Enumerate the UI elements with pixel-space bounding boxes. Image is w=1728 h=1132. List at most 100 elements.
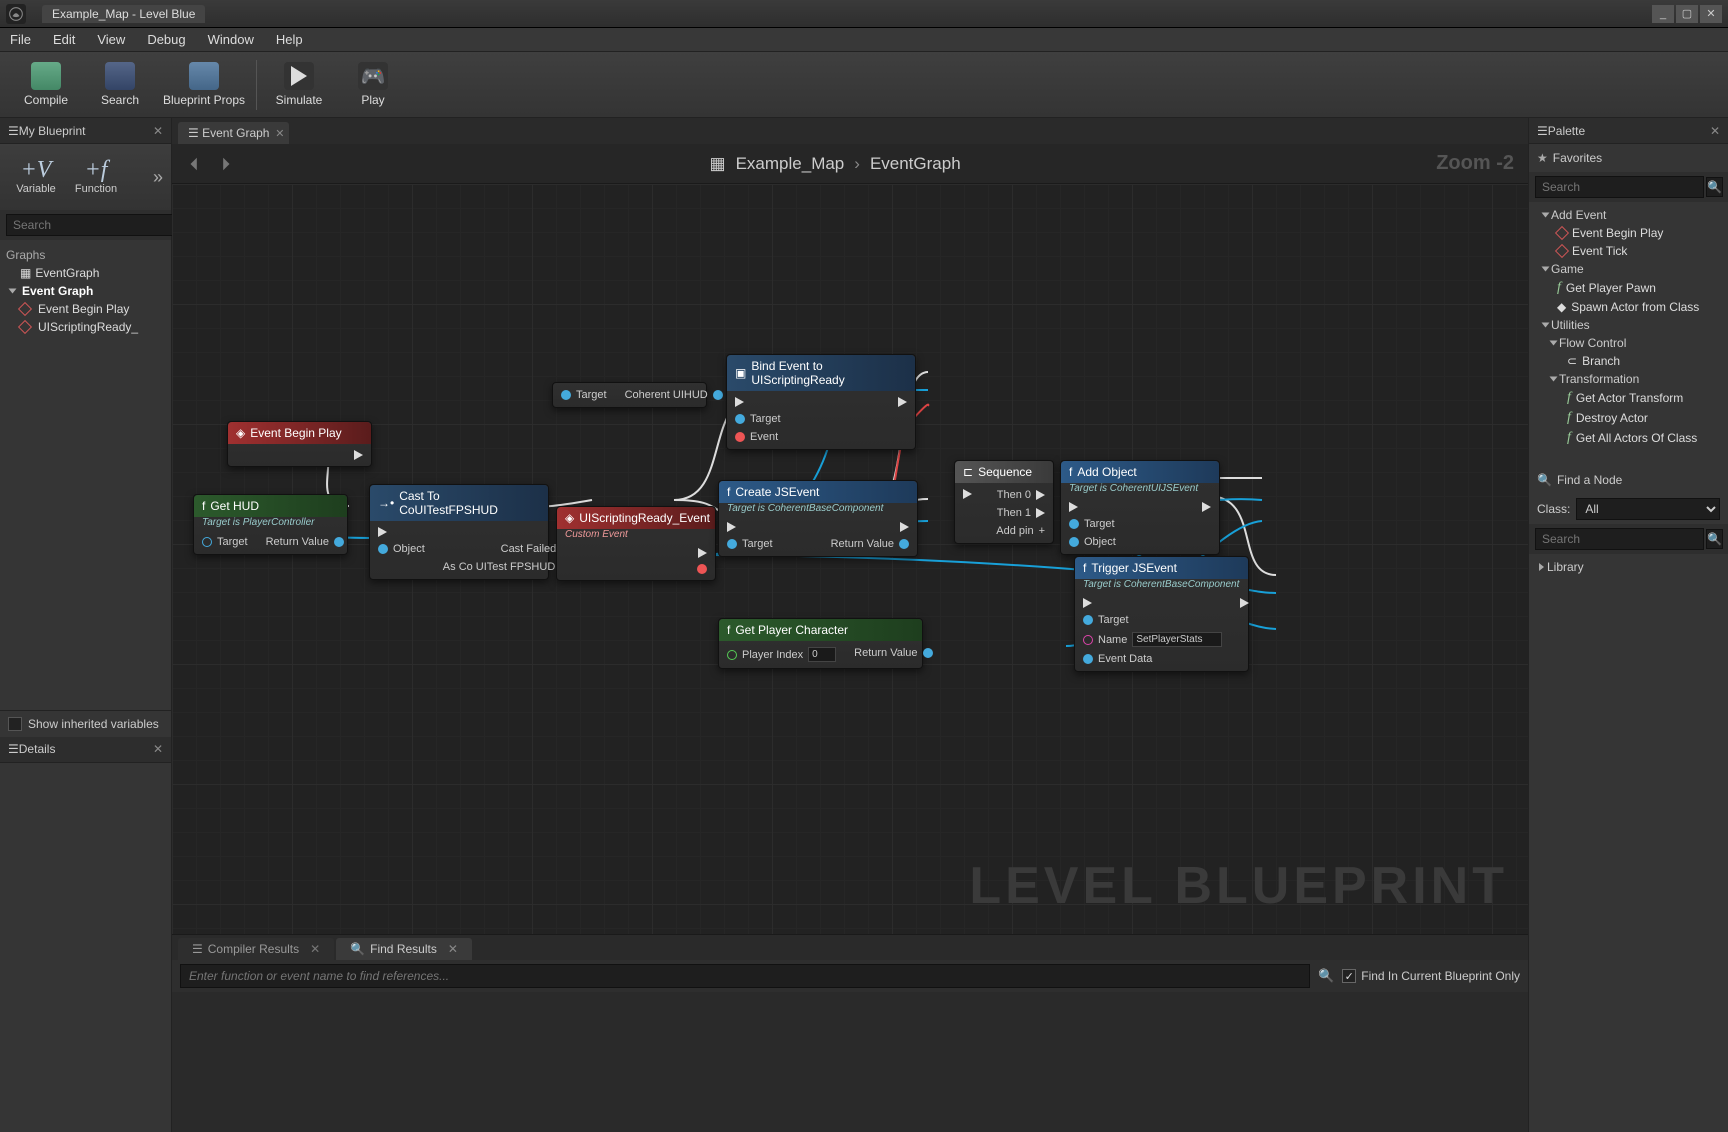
binoculars-icon	[105, 62, 135, 90]
menu-view[interactable]: View	[97, 32, 125, 47]
find-node-search-input[interactable]	[1535, 528, 1704, 550]
find-input[interactable]	[180, 964, 1310, 988]
title-bar: Example_Map - Level Blue _ ▢ ✕	[0, 0, 1728, 28]
cat-utilities[interactable]: Utilities	[1537, 316, 1720, 334]
my-blueprint-tab[interactable]: ☰ My Blueprint✕	[0, 118, 171, 144]
event-diamond-icon	[18, 320, 32, 334]
play-triangle-icon	[284, 62, 314, 90]
cat-game[interactable]: Game	[1537, 260, 1720, 278]
watermark-text: LEVEL BLUEPRINT	[969, 856, 1508, 916]
item-get-actor-transform[interactable]: fGet Actor Transform	[1537, 388, 1720, 408]
node-add-object[interactable]: fAdd Object Target is CoherentUIJSEvent …	[1060, 460, 1220, 555]
grid-icon: ▦	[710, 154, 726, 174]
close-icon[interactable]: ✕	[153, 124, 163, 138]
search-icon[interactable]: 🔍	[1706, 177, 1723, 197]
item-get-all-actors[interactable]: fGet All Actors Of Class	[1537, 428, 1720, 448]
chevron-right-icon: ›	[854, 154, 860, 174]
menu-edit[interactable]: Edit	[53, 32, 75, 47]
breadcrumb-bar: ▦ Example_Map › EventGraph Zoom -2	[172, 144, 1528, 184]
node-bind-event[interactable]: ▣Bind Event to UIScriptingReady Target E…	[726, 354, 916, 450]
item-branch[interactable]: ⊂Branch	[1537, 352, 1720, 370]
cat-transformation[interactable]: Transformation	[1537, 370, 1720, 388]
menu-window[interactable]: Window	[208, 32, 254, 47]
search-icon: 🔍	[1537, 473, 1552, 487]
item-spawn-actor[interactable]: ◆Spawn Actor from Class	[1537, 298, 1720, 316]
details-panel	[0, 763, 171, 1132]
details-tab[interactable]: ☰ Details✕	[0, 737, 171, 763]
menu-help[interactable]: Help	[276, 32, 303, 47]
close-icon[interactable]: ✕	[1710, 124, 1720, 138]
close-icon[interactable]: ✕	[448, 942, 458, 956]
node-uiscripting-ready-event[interactable]: ◈UIScriptingReady_Event Custom Event	[556, 506, 716, 581]
my-blueprint-toolbar: +VVariable +fFunction »	[0, 144, 171, 210]
tab-find-results[interactable]: 🔍 Find Results ✕	[336, 938, 472, 960]
checkbox-icon[interactable]	[8, 717, 22, 731]
node-sequence[interactable]: ⊏Sequence Then 0 Then 1 Add pin+	[954, 460, 1054, 544]
name-input[interactable]	[1132, 632, 1222, 647]
nav-back-icon[interactable]	[186, 155, 204, 173]
favorites-header[interactable]: ★Favorites	[1537, 148, 1720, 168]
bind-icon: ▣	[735, 366, 746, 380]
spawn-icon: ◆	[1557, 300, 1566, 314]
document-tab[interactable]: Example_Map - Level Blue	[42, 5, 205, 23]
tree-eventgraph[interactable]: ▦ EventGraph	[6, 264, 165, 282]
breadcrumb-map[interactable]: Example_Map	[736, 154, 845, 174]
graphs-category: Graphs	[6, 248, 165, 262]
item-get-player-pawn[interactable]: fGet Player Pawn	[1537, 278, 1720, 298]
palette-search-input[interactable]	[1535, 176, 1704, 198]
palette-tree: Add Event Event Begin Play Event Tick Ga…	[1529, 202, 1728, 452]
search-icon[interactable]: 🔍	[1706, 529, 1723, 549]
item-event-tick[interactable]: Event Tick	[1537, 242, 1720, 260]
play-button[interactable]: 🎮 Play	[337, 55, 409, 115]
close-button[interactable]: ✕	[1700, 5, 1722, 23]
tree-event-begin-play[interactable]: Event Begin Play	[6, 300, 165, 318]
plus-icon[interactable]: +	[1039, 525, 1045, 537]
add-function-button[interactable]: +fFunction	[68, 150, 124, 204]
node-get-player-character[interactable]: fGet Player Character Player Index Retur…	[718, 618, 923, 669]
cat-flow-control[interactable]: Flow Control	[1537, 334, 1720, 352]
tree-eventgraph-cat[interactable]: Event Graph	[6, 282, 165, 300]
node-cast-to[interactable]: →•Cast To CoUITestFPSHUD Object Cast Fai…	[369, 484, 549, 580]
menu-file[interactable]: File	[10, 32, 31, 47]
menu-debug[interactable]: Debug	[147, 32, 185, 47]
my-blueprint-search-input[interactable]	[6, 214, 175, 236]
palette-tab[interactable]: ☰ Palette✕	[1529, 118, 1728, 144]
find-node-header: 🔍Find a Node	[1537, 470, 1720, 490]
node-create-jsevent[interactable]: fCreate JSEvent Target is CoherentBaseCo…	[718, 480, 918, 557]
maximize-button[interactable]: ▢	[1676, 5, 1698, 23]
nav-forward-icon[interactable]	[216, 155, 234, 173]
tab-event-graph[interactable]: ☰ Event Graph✕	[178, 122, 289, 144]
close-icon[interactable]: ✕	[310, 942, 320, 956]
simulate-button[interactable]: Simulate	[263, 55, 335, 115]
class-label: Class:	[1537, 502, 1570, 516]
cat-add-event[interactable]: Add Event	[1537, 206, 1720, 224]
zoom-label: Zoom -2	[1436, 152, 1514, 175]
close-icon[interactable]: ✕	[153, 742, 163, 756]
item-destroy-actor[interactable]: fDestroy Actor	[1537, 408, 1720, 428]
item-event-begin-play[interactable]: Event Begin Play	[1537, 224, 1720, 242]
toolbar: Compile Search Blueprint Props Simulate …	[0, 52, 1728, 118]
minimize-button[interactable]: _	[1652, 5, 1674, 23]
variable-icon: +V	[22, 159, 50, 181]
node-trigger-jsevent[interactable]: fTrigger JSEvent Target is CoherentBaseC…	[1074, 556, 1249, 672]
class-select[interactable]: All	[1576, 498, 1720, 520]
star-icon: ★	[1537, 151, 1548, 165]
find-in-current-checkbox[interactable]: ✓Find In Current Blueprint Only	[1342, 969, 1520, 983]
more-tools-button[interactable]: »	[153, 167, 163, 188]
node-get-hud[interactable]: fGet HUD Target is PlayerController Targ…	[193, 494, 348, 555]
compile-button[interactable]: Compile	[10, 55, 82, 115]
player-index-input[interactable]	[808, 647, 836, 662]
search-button[interactable]: Search	[84, 55, 156, 115]
search-icon[interactable]: 🔍	[1318, 968, 1334, 984]
tree-uiscripting-ready[interactable]: UIScriptingReady_	[6, 318, 165, 336]
blueprint-props-button[interactable]: Blueprint Props	[158, 55, 250, 115]
add-variable-button[interactable]: +VVariable	[8, 150, 64, 204]
node-target-coherent-uihud[interactable]: Target Coherent UIHUD	[552, 382, 707, 408]
breadcrumb-graph[interactable]: EventGraph	[870, 154, 961, 174]
graph-canvas[interactable]: ◈Event Begin Play fGet HUD Target is Pla…	[172, 184, 1528, 934]
close-icon[interactable]: ✕	[275, 127, 284, 140]
show-inherited-checkbox-row[interactable]: Show inherited variables	[0, 710, 171, 737]
library-row[interactable]: Library	[1529, 554, 1728, 580]
tab-compiler-results[interactable]: ☰ Compiler Results ✕	[178, 938, 334, 960]
node-event-begin-play[interactable]: ◈Event Begin Play	[227, 421, 372, 467]
